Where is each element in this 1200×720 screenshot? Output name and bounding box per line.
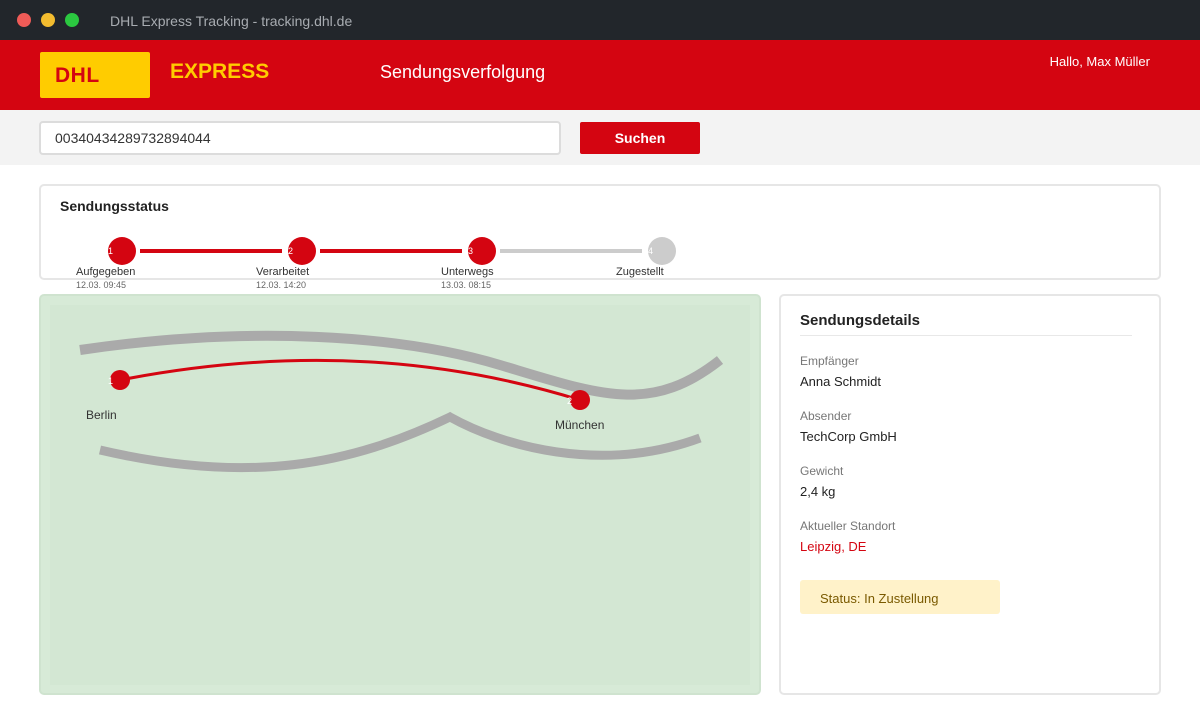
step-4-label: Zugestellt — [616, 266, 664, 278]
status-badge: Status: In Zustellung — [800, 580, 1000, 614]
berlin-marker-number: 1 — [108, 376, 113, 386]
step-2-label: Verarbeitet — [256, 266, 310, 278]
weight-label: Gewicht — [800, 464, 844, 478]
munich-marker — [570, 390, 590, 410]
step-1-label: Aufgegeben — [76, 266, 136, 278]
dhl-logo[interactable]: DHL — [40, 52, 150, 98]
app-header: DHL EXPRESS Sendungsverfolgung Hallo, Ma… — [0, 40, 1200, 110]
route-map-card: 1 2 Berlin München — [39, 294, 761, 695]
route-map[interactable]: 1 2 Berlin München — [50, 305, 750, 685]
step-number: 4 — [648, 246, 654, 256]
step-number: 1 — [108, 246, 114, 256]
search-bar: Suchen — [0, 110, 1200, 165]
sender-label: Absender — [800, 409, 852, 423]
sender-value: TechCorp GmbH — [800, 429, 897, 444]
current-location-label: Aktueller Standort — [800, 519, 896, 533]
step-1-marker: 1 — [108, 237, 136, 265]
step-3-time: 13.03. 08:15 — [441, 280, 492, 290]
maximize-window-button[interactable] — [65, 13, 79, 27]
search-button[interactable]: Suchen — [580, 122, 700, 154]
shipment-details-card: Sendungsdetails Empfänger Anna Schmidt A… — [779, 294, 1161, 695]
recipient-label: Empfänger — [800, 354, 859, 368]
logo-text: DHL — [55, 64, 100, 87]
step-3-marker: 3 — [468, 237, 496, 265]
close-window-button[interactable] — [17, 13, 31, 27]
step-1-time: 12.03. 09:45 — [76, 280, 127, 290]
progress-line-2 — [320, 249, 462, 253]
window-titlebar: DHL Express Tracking - tracking.dhl.de — [0, 0, 1200, 40]
details-title: Sendungsdetails — [800, 312, 921, 329]
minimize-window-button[interactable] — [41, 13, 55, 27]
recipient-value: Anna Schmidt — [800, 374, 881, 389]
status-badge-text: Status: In Zustellung — [820, 591, 939, 606]
step-4-marker: 4 — [648, 237, 676, 265]
status-card-title: Sendungsstatus — [60, 198, 169, 214]
step-3-label: Unterwegs — [441, 266, 494, 278]
page-title: Sendungsverfolgung — [380, 62, 546, 82]
progress-line-3 — [500, 249, 642, 253]
munich-marker-number: 2 — [567, 396, 572, 406]
weight-value: 2,4 kg — [800, 484, 836, 499]
details-divider — [800, 335, 1132, 336]
brand-express: EXPRESS — [170, 60, 270, 83]
map-road-south — [98, 411, 702, 473]
shipment-status-card: Sendungsstatus 1 Aufgegeben 12.03. 09:45… — [39, 184, 1161, 290]
city-label-berlin: Berlin — [86, 408, 117, 422]
step-2-marker: 2 — [288, 237, 316, 265]
progress-line-1 — [140, 249, 282, 253]
step-number: 2 — [288, 246, 294, 256]
tracking-number-input[interactable] — [39, 121, 561, 155]
window-title: DHL Express Tracking - tracking.dhl.de — [110, 13, 353, 29]
user-greeting[interactable]: Hallo, Max Müller — [1050, 54, 1150, 69]
map-drawing: 1 2 — [79, 330, 724, 473]
step-2-time: 12.03. 14:20 — [256, 280, 307, 290]
step-number: 3 — [468, 246, 474, 256]
current-location-value[interactable]: Leipzig, DE — [800, 539, 866, 554]
city-label-munich: München — [555, 418, 605, 432]
